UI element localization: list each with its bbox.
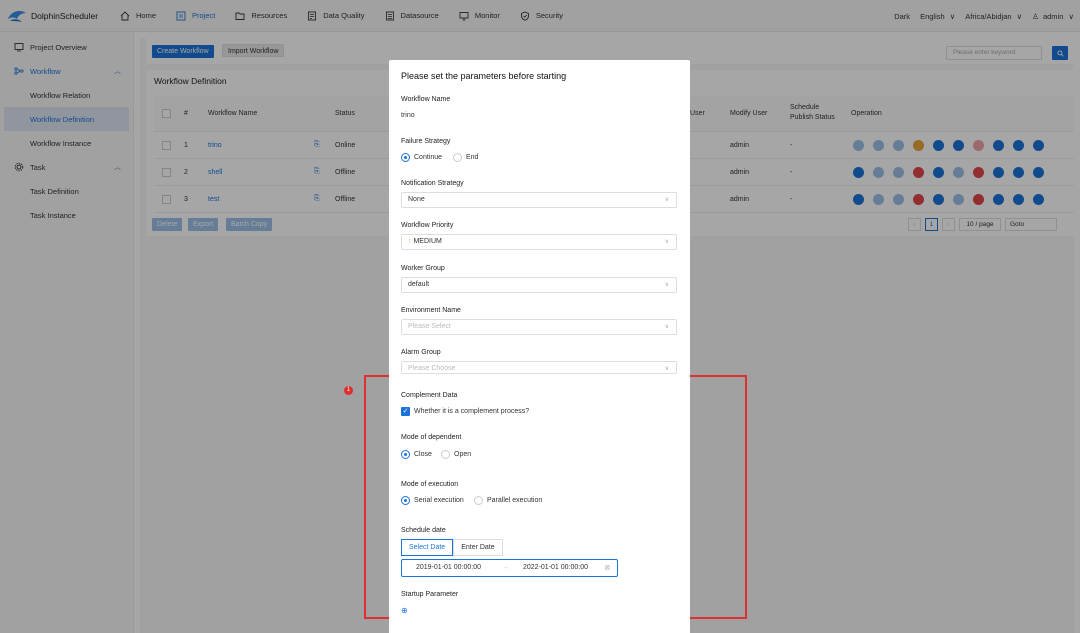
chevron-down-icon: ∨ (664, 324, 669, 330)
select-placeholder: Please Choose (408, 365, 456, 372)
clear-icon[interactable]: ⊗ (604, 563, 611, 572)
start-parameters-modal: Please set the parameters before startin… (389, 60, 690, 633)
start-date-input[interactable]: 2019-01-01 00:00:00 (416, 564, 481, 571)
environment-name-label: Environment Name (401, 307, 461, 314)
dependent-close-radio[interactable]: Close (401, 450, 432, 459)
chevron-down-icon: ∨ (664, 366, 669, 372)
notification-strategy-label: Notification Strategy (401, 180, 464, 187)
checkbox-label: Whether it is a complement process? (414, 408, 530, 415)
failure-end-radio[interactable]: End (453, 153, 478, 162)
chevron-down-icon: ∨ (664, 282, 669, 288)
workflow-name-label: Workflow Name (401, 96, 451, 103)
notification-strategy-select[interactable]: None ∨ (401, 192, 677, 208)
select-placeholder: Please Select (408, 323, 451, 330)
schedule-date-tabs: Select Date Enter Date (401, 539, 503, 556)
alarm-group-label: Alarm Group (401, 349, 441, 356)
arrow-right-icon: → (502, 564, 509, 571)
complement-process-checkbox[interactable]: ✓ Whether it is a complement process? (401, 407, 529, 416)
complement-data-label: Complement Data (401, 392, 458, 399)
radio-label: Continue (414, 154, 443, 161)
select-value: None (408, 196, 425, 203)
chevron-down-icon: ∨ (664, 197, 669, 203)
schedule-date-label: Schedule date (401, 527, 446, 534)
mode-of-dependent-label: Mode of dependent (401, 434, 462, 441)
tab-select-date[interactable]: Select Date (401, 539, 454, 556)
radio-label: Parallel execution (487, 497, 543, 504)
alarm-group-select[interactable]: Please Choose ∨ (401, 361, 677, 374)
radio-label: Close (414, 451, 432, 458)
execution-serial-radio[interactable]: Serial execution (401, 496, 464, 505)
radio-label: Open (454, 451, 472, 458)
add-parameter-icon[interactable]: ⊕ (401, 606, 408, 615)
failure-strategy-label: Failure Strategy (401, 138, 451, 145)
workflow-name-value: trino (401, 112, 415, 119)
chevron-down-icon: ∨ (664, 239, 669, 245)
worker-group-select[interactable]: default ∨ (401, 277, 677, 293)
check-icon: ✓ (401, 407, 410, 416)
workflow-priority-select[interactable]: ↑ MEDIUM ∨ (401, 234, 677, 250)
modal-title: Please set the parameters before startin… (401, 71, 567, 81)
annotation-badge: 1 (344, 386, 353, 395)
mode-of-execution-label: Mode of execution (401, 481, 459, 488)
workflow-priority-label: Workflow Priority (401, 222, 454, 229)
radio-label: Serial execution (414, 497, 464, 504)
select-value: MEDIUM (413, 238, 442, 245)
radio-label: End (466, 154, 479, 161)
worker-group-label: Worker Group (401, 265, 445, 272)
environment-name-select[interactable]: Please Select ∨ (401, 319, 677, 335)
select-value: default (408, 281, 430, 288)
failure-continue-radio[interactable]: Continue (401, 153, 442, 162)
end-date-input[interactable]: 2022-01-01 00:00:00 (523, 564, 588, 571)
dependent-open-radio[interactable]: Open (441, 450, 471, 459)
startup-parameter-label: Startup Parameter (401, 591, 459, 598)
tab-enter-date[interactable]: Enter Date (453, 539, 503, 556)
execution-parallel-radio[interactable]: Parallel execution (474, 496, 542, 505)
schedule-date-range-picker[interactable]: 2019-01-01 00:00:00 → 2022-01-01 00:00:0… (401, 559, 618, 577)
